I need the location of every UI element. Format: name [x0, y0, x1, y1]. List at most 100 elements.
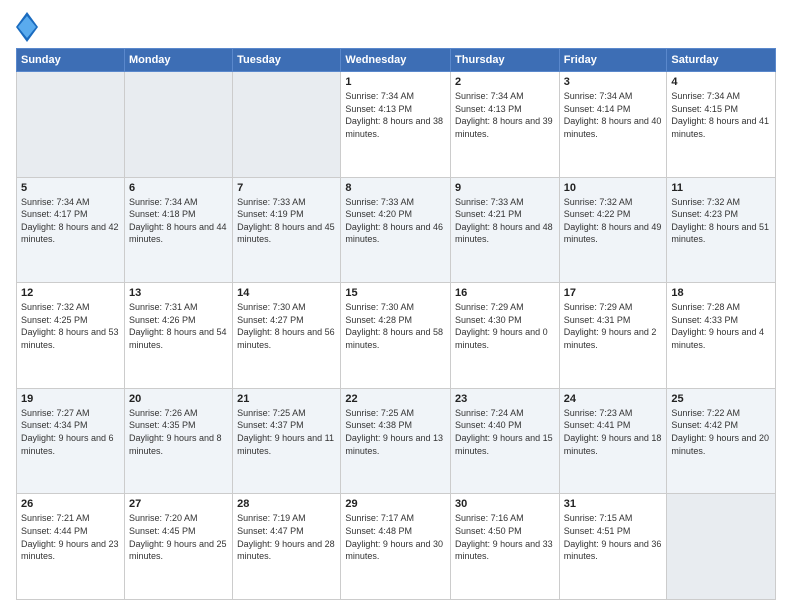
calendar-cell: 26 Sunrise: 7:21 AM Sunset: 4:44 PM Dayli…	[17, 494, 125, 600]
calendar-cell: 29 Sunrise: 7:17 AM Sunset: 4:48 PM Dayli…	[341, 494, 451, 600]
day-info: Sunrise: 7:33 AM Sunset: 4:19 PM Dayligh…	[237, 196, 336, 246]
calendar-cell: 13 Sunrise: 7:31 AM Sunset: 4:26 PM Dayli…	[124, 283, 232, 389]
day-number: 19	[21, 393, 120, 405]
calendar-cell: 30 Sunrise: 7:16 AM Sunset: 4:50 PM Dayli…	[451, 494, 560, 600]
day-number: 2	[455, 76, 555, 88]
day-info: Sunrise: 7:32 AM Sunset: 4:22 PM Dayligh…	[564, 196, 663, 246]
day-number: 26	[21, 498, 120, 510]
page: SundayMondayTuesdayWednesdayThursdayFrid…	[0, 0, 792, 612]
day-number: 28	[237, 498, 336, 510]
day-info: Sunrise: 7:29 AM Sunset: 4:30 PM Dayligh…	[455, 301, 555, 351]
calendar-cell: 28Sunrise: 7:19 AM Sunset: 4:47 PM Dayli…	[233, 494, 341, 600]
calendar-cell	[667, 494, 776, 600]
calendar-cell: 22 Sunrise: 7:25 AM Sunset: 4:38 PM Dayli…	[341, 388, 451, 494]
day-info: Sunrise: 7:34 AM Sunset: 4:17 PM Dayligh…	[21, 196, 120, 246]
weekday-header-tuesday: Tuesday	[233, 49, 341, 72]
calendar-cell: 16 Sunrise: 7:29 AM Sunset: 4:30 PM Dayli…	[451, 283, 560, 389]
day-number: 31	[564, 498, 663, 510]
day-info: Sunrise: 7:34 AM Sunset: 4:13 PM Dayligh…	[455, 90, 555, 140]
day-info: Sunrise: 7:30 AM Sunset: 4:28 PM Dayligh…	[345, 301, 446, 351]
day-number: 24	[564, 393, 663, 405]
day-number: 5	[21, 182, 120, 194]
day-number: 8	[345, 182, 446, 194]
calendar-cell: 15Sunrise: 7:30 AM Sunset: 4:28 PM Dayli…	[341, 283, 451, 389]
week-row-1: 1 Sunrise: 7:34 AM Sunset: 4:13 PM Daylig…	[17, 72, 776, 178]
weekday-header-saturday: Saturday	[667, 49, 776, 72]
day-number: 7	[237, 182, 336, 194]
day-info: Sunrise: 7:26 AM Sunset: 4:35 PM Dayligh…	[129, 407, 228, 457]
calendar-cell: 24 Sunrise: 7:23 AM Sunset: 4:41 PM Dayli…	[559, 388, 667, 494]
calendar-cell: 23 Sunrise: 7:24 AM Sunset: 4:40 PM Dayli…	[451, 388, 560, 494]
day-number: 1	[345, 76, 446, 88]
day-number: 27	[129, 498, 228, 510]
day-number: 23	[455, 393, 555, 405]
day-info: Sunrise: 7:16 AM Sunset: 4:50 PM Dayligh…	[455, 512, 555, 562]
day-info: Sunrise: 7:34 AM Sunset: 4:15 PM Dayligh…	[671, 90, 771, 140]
week-row-5: 26 Sunrise: 7:21 AM Sunset: 4:44 PM Dayli…	[17, 494, 776, 600]
day-number: 21	[237, 393, 336, 405]
weekday-header-friday: Friday	[559, 49, 667, 72]
week-row-2: 5 Sunrise: 7:34 AM Sunset: 4:17 PM Daylig…	[17, 177, 776, 283]
weekday-header-thursday: Thursday	[451, 49, 560, 72]
calendar-cell: 5 Sunrise: 7:34 AM Sunset: 4:17 PM Daylig…	[17, 177, 125, 283]
calendar-cell: 1 Sunrise: 7:34 AM Sunset: 4:13 PM Daylig…	[341, 72, 451, 178]
calendar-cell: 8 Sunrise: 7:33 AM Sunset: 4:20 PM Daylig…	[341, 177, 451, 283]
day-number: 30	[455, 498, 555, 510]
day-number: 29	[345, 498, 446, 510]
calendar-cell: 18Sunrise: 7:28 AM Sunset: 4:33 PM Dayli…	[667, 283, 776, 389]
day-number: 22	[345, 393, 446, 405]
day-info: Sunrise: 7:20 AM Sunset: 4:45 PM Dayligh…	[129, 512, 228, 562]
calendar-cell: 19Sunrise: 7:27 AM Sunset: 4:34 PM Dayli…	[17, 388, 125, 494]
calendar-cell: 25 Sunrise: 7:22 AM Sunset: 4:42 PM Dayli…	[667, 388, 776, 494]
day-info: Sunrise: 7:33 AM Sunset: 4:21 PM Dayligh…	[455, 196, 555, 246]
day-info: Sunrise: 7:21 AM Sunset: 4:44 PM Dayligh…	[21, 512, 120, 562]
week-row-4: 19Sunrise: 7:27 AM Sunset: 4:34 PM Dayli…	[17, 388, 776, 494]
day-info: Sunrise: 7:23 AM Sunset: 4:41 PM Dayligh…	[564, 407, 663, 457]
calendar-cell: 12Sunrise: 7:32 AM Sunset: 4:25 PM Dayli…	[17, 283, 125, 389]
day-number: 17	[564, 287, 663, 299]
day-info: Sunrise: 7:22 AM Sunset: 4:42 PM Dayligh…	[671, 407, 771, 457]
calendar-cell: 21 Sunrise: 7:25 AM Sunset: 4:37 PM Dayli…	[233, 388, 341, 494]
day-info: Sunrise: 7:31 AM Sunset: 4:26 PM Dayligh…	[129, 301, 228, 351]
day-info: Sunrise: 7:34 AM Sunset: 4:18 PM Dayligh…	[129, 196, 228, 246]
calendar-cell: 17Sunrise: 7:29 AM Sunset: 4:31 PM Dayli…	[559, 283, 667, 389]
calendar: SundayMondayTuesdayWednesdayThursdayFrid…	[16, 48, 776, 600]
calendar-cell: 27 Sunrise: 7:20 AM Sunset: 4:45 PM Dayli…	[124, 494, 232, 600]
calendar-cell: 11Sunrise: 7:32 AM Sunset: 4:23 PM Dayli…	[667, 177, 776, 283]
day-number: 25	[671, 393, 771, 405]
header	[16, 12, 776, 40]
calendar-cell: 4 Sunrise: 7:34 AM Sunset: 4:15 PM Daylig…	[667, 72, 776, 178]
day-info: Sunrise: 7:24 AM Sunset: 4:40 PM Dayligh…	[455, 407, 555, 457]
day-number: 16	[455, 287, 555, 299]
logo-icon	[16, 12, 36, 40]
calendar-cell: 20Sunrise: 7:26 AM Sunset: 4:35 PM Dayli…	[124, 388, 232, 494]
day-info: Sunrise: 7:17 AM Sunset: 4:48 PM Dayligh…	[345, 512, 446, 562]
day-number: 3	[564, 76, 663, 88]
day-info: Sunrise: 7:28 AM Sunset: 4:33 PM Dayligh…	[671, 301, 771, 351]
week-row-3: 12Sunrise: 7:32 AM Sunset: 4:25 PM Dayli…	[17, 283, 776, 389]
day-number: 10	[564, 182, 663, 194]
day-number: 14	[237, 287, 336, 299]
weekday-header-wednesday: Wednesday	[341, 49, 451, 72]
weekday-header-row: SundayMondayTuesdayWednesdayThursdayFrid…	[17, 49, 776, 72]
calendar-table: SundayMondayTuesdayWednesdayThursdayFrid…	[16, 48, 776, 600]
calendar-cell: 9 Sunrise: 7:33 AM Sunset: 4:21 PM Daylig…	[451, 177, 560, 283]
day-number: 6	[129, 182, 228, 194]
weekday-header-sunday: Sunday	[17, 49, 125, 72]
day-info: Sunrise: 7:25 AM Sunset: 4:38 PM Dayligh…	[345, 407, 446, 457]
day-info: Sunrise: 7:25 AM Sunset: 4:37 PM Dayligh…	[237, 407, 336, 457]
calendar-cell: 7 Sunrise: 7:33 AM Sunset: 4:19 PM Daylig…	[233, 177, 341, 283]
day-number: 13	[129, 287, 228, 299]
calendar-cell	[233, 72, 341, 178]
day-info: Sunrise: 7:34 AM Sunset: 4:13 PM Dayligh…	[345, 90, 446, 140]
calendar-cell: 3 Sunrise: 7:34 AM Sunset: 4:14 PM Daylig…	[559, 72, 667, 178]
calendar-cell: 14 Sunrise: 7:30 AM Sunset: 4:27 PM Dayli…	[233, 283, 341, 389]
day-number: 4	[671, 76, 771, 88]
calendar-cell	[17, 72, 125, 178]
day-number: 9	[455, 182, 555, 194]
calendar-cell: 6 Sunrise: 7:34 AM Sunset: 4:18 PM Daylig…	[124, 177, 232, 283]
day-info: Sunrise: 7:34 AM Sunset: 4:14 PM Dayligh…	[564, 90, 663, 140]
day-info: Sunrise: 7:33 AM Sunset: 4:20 PM Dayligh…	[345, 196, 446, 246]
day-info: Sunrise: 7:30 AM Sunset: 4:27 PM Dayligh…	[237, 301, 336, 351]
calendar-cell	[124, 72, 232, 178]
